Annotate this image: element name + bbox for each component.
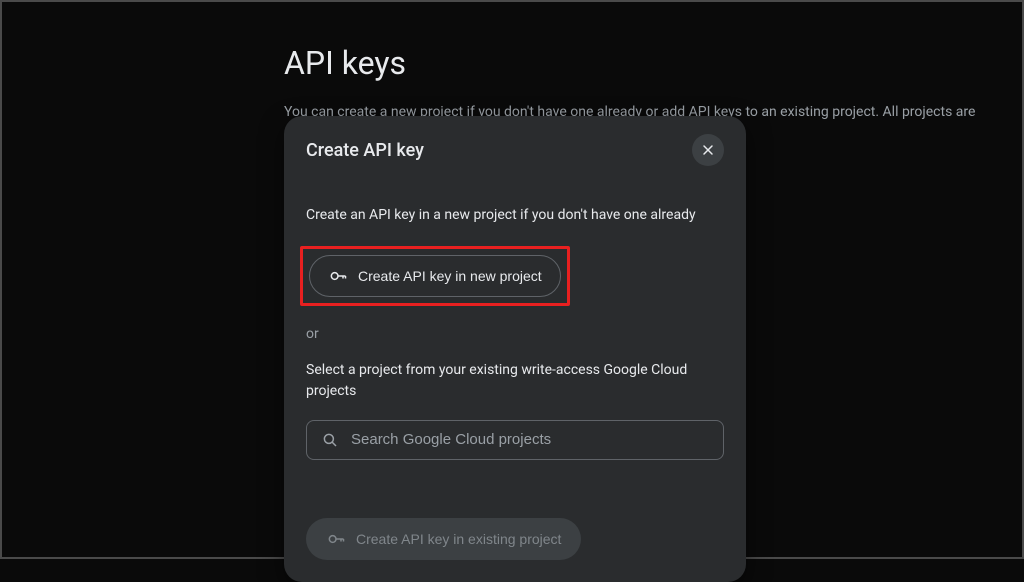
- select-project-text: Select a project from your existing writ…: [306, 360, 706, 402]
- search-input[interactable]: [351, 431, 709, 448]
- modal-description: Create an API key in a new project if yo…: [306, 206, 724, 226]
- search-container[interactable]: [306, 420, 724, 460]
- create-key-new-project-button[interactable]: Create API key in new project: [309, 255, 561, 297]
- search-icon: [321, 431, 339, 449]
- create-api-key-modal: Create API key Create an API key in a ne…: [284, 116, 746, 582]
- close-button[interactable]: [692, 134, 724, 166]
- create-key-existing-project-button[interactable]: Create API key in existing project: [306, 518, 581, 560]
- create-key-new-project-label: Create API key in new project: [358, 268, 542, 284]
- modal-title: Create API key: [306, 140, 424, 161]
- highlight-annotation: Create API key in new project: [300, 246, 570, 306]
- close-icon: [700, 142, 716, 158]
- page-title: API keys: [284, 44, 1022, 82]
- key-icon: [328, 266, 348, 286]
- or-label: or: [306, 326, 724, 342]
- key-icon: [326, 529, 346, 549]
- create-key-existing-project-label: Create API key in existing project: [356, 531, 561, 547]
